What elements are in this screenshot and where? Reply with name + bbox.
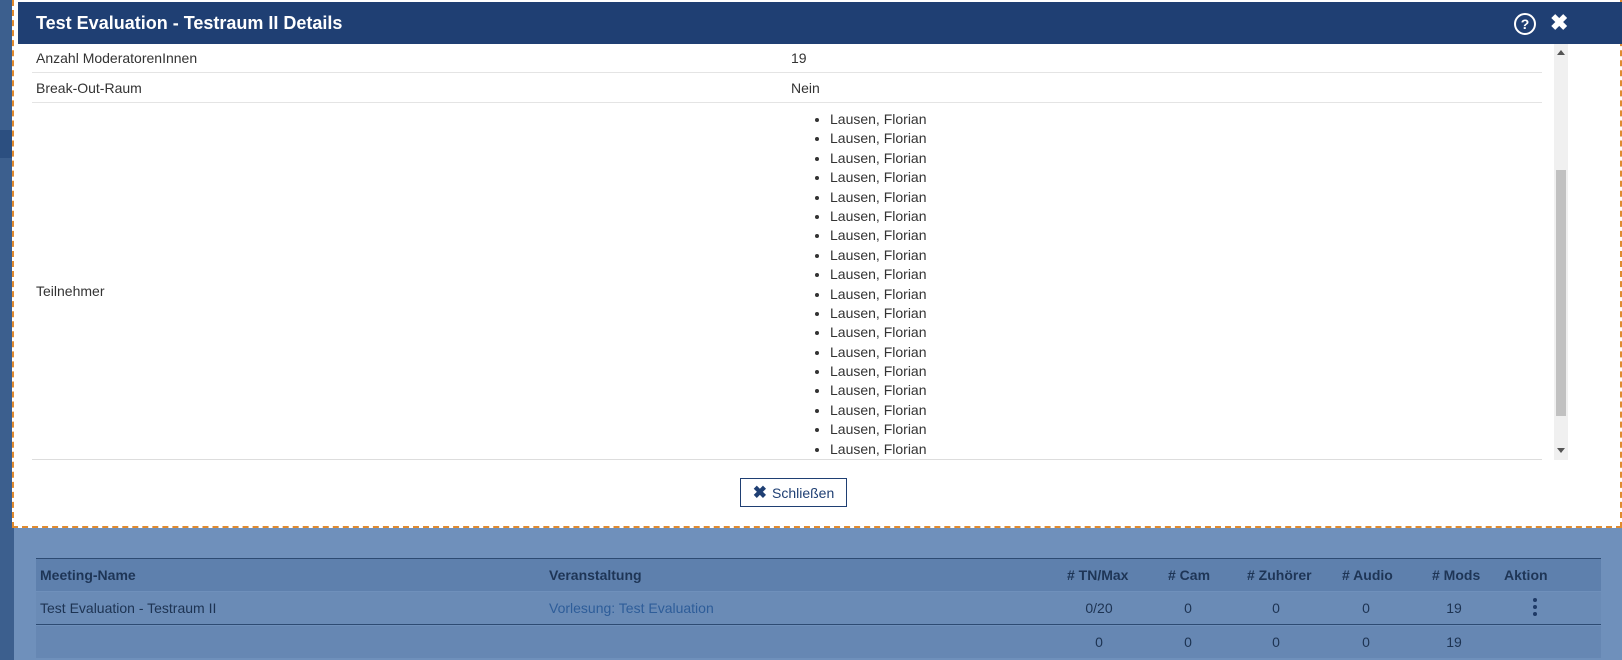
list-item: Lausen, Florian	[830, 265, 927, 284]
detail-row-moderators: Anzahl ModeratorenInnen 19	[32, 44, 1542, 73]
meetings-table: Meeting-Name Veranstaltung # TN/Max # Ca…	[36, 558, 1601, 660]
scroll-down-icon[interactable]	[1557, 448, 1565, 453]
detail-label: Break-Out-Raum	[36, 80, 142, 96]
audio-value: 0	[1362, 600, 1370, 616]
detail-value: Nein	[791, 80, 820, 96]
header-action: Aktion	[1504, 567, 1548, 583]
header-event: Veranstaltung	[549, 567, 642, 583]
header-mods: # Mods	[1432, 567, 1481, 583]
detail-row-participants: Teilnehmer Lausen, Florian Lausen, Flori…	[32, 103, 1542, 460]
list-item: Lausen, Florian	[830, 226, 927, 245]
listeners-total: 0	[1272, 634, 1280, 650]
header-tn-max: # TN/Max	[1067, 567, 1129, 583]
dialog-body[interactable]: Anzahl ModeratorenInnen 19 Break-Out-Rau…	[32, 44, 1542, 460]
close-x-icon: ✖	[752, 482, 767, 502]
header-audio: # Audio	[1342, 567, 1393, 583]
participants-list: Lausen, Florian Lausen, Florian Lausen, …	[810, 110, 927, 459]
list-item: Lausen, Florian	[830, 168, 927, 187]
cam-total: 0	[1184, 634, 1192, 650]
list-item: Lausen, Florian	[830, 188, 927, 207]
close-button-label: Schließen	[771, 484, 835, 501]
list-item: Lausen, Florian	[830, 304, 927, 323]
list-item: Lausen, Florian	[830, 149, 927, 168]
dialog-scrollbar[interactable]	[1554, 44, 1568, 460]
header-cam: # Cam	[1168, 567, 1211, 583]
details-dialog: Test Evaluation - Testraum II Details ? …	[12, 0, 1622, 528]
table-header: Meeting-Name Veranstaltung # TN/Max # Ca…	[36, 558, 1601, 591]
detail-label: Teilnehmer	[36, 283, 105, 299]
list-item: Lausen, Florian	[830, 207, 927, 226]
dialog-header: Test Evaluation - Testraum II Details ? …	[18, 2, 1622, 44]
audio-total: 0	[1362, 634, 1370, 650]
list-item: Lausen, Florian	[830, 110, 927, 129]
background-sidebar-tab	[0, 130, 12, 158]
list-item: Lausen, Florian	[830, 401, 927, 420]
header-listeners: # Zuhörer	[1247, 567, 1312, 583]
list-item: Lausen, Florian	[830, 129, 927, 148]
detail-row-breakout: Break-Out-Raum Nein	[32, 73, 1542, 103]
meeting-name: Test Evaluation - Testraum II	[40, 600, 217, 616]
event-link[interactable]: Vorlesung: Test Evaluation	[549, 600, 714, 616]
tn-total: 0	[1095, 634, 1103, 650]
list-item: Lausen, Florian	[830, 420, 927, 439]
dialog-title: Test Evaluation - Testraum II Details	[36, 13, 343, 33]
footer-divider	[32, 459, 1542, 460]
scroll-thumb[interactable]	[1556, 170, 1566, 416]
list-item: Lausen, Florian	[830, 440, 927, 459]
list-item: Lausen, Florian	[830, 285, 927, 304]
mods-value: 19	[1446, 600, 1462, 616]
listeners-value: 0	[1272, 600, 1280, 616]
table-row[interactable]: Test Evaluation - Testraum II Vorlesung:…	[36, 592, 1601, 625]
list-item: Lausen, Florian	[830, 381, 927, 400]
list-item: Lausen, Florian	[830, 362, 927, 381]
detail-label: Anzahl ModeratorenInnen	[36, 50, 198, 66]
header-meeting-name: Meeting-Name	[40, 567, 136, 583]
list-item: Lausen, Florian	[830, 246, 927, 265]
mods-total: 19	[1446, 634, 1462, 650]
list-item: Lausen, Florian	[830, 323, 927, 342]
tn-max-value: 0/20	[1085, 600, 1113, 616]
scroll-up-icon[interactable]	[1557, 50, 1565, 55]
table-totals-row: 0 0 0 0 19	[36, 626, 1601, 658]
cam-value: 0	[1184, 600, 1192, 616]
help-icon[interactable]: ?	[1514, 13, 1536, 35]
list-item: Lausen, Florian	[830, 343, 927, 362]
close-icon[interactable]: ✖	[1550, 10, 1568, 36]
close-button[interactable]: ✖ Schließen	[740, 478, 847, 507]
detail-value: 19	[791, 50, 807, 66]
kebab-menu-icon[interactable]	[1533, 598, 1537, 618]
